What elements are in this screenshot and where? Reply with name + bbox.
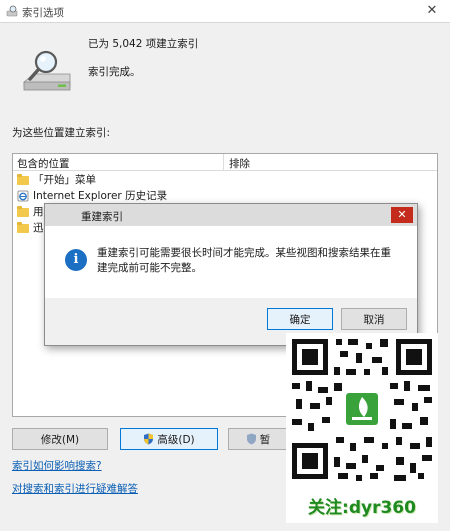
drive-search-icon	[23, 50, 71, 91]
modify-button-label: 修改(M)	[40, 434, 80, 446]
table-header: 包含的位置 排除	[13, 154, 437, 171]
rebuild-index-dialog: 重建索引 ✕ i 重建索引可能需要很长时间才能完成。某些视图和搜索结果在重建完成…	[44, 203, 418, 346]
watermark-caption: 关注:dyr360	[308, 498, 416, 518]
folder-icon	[17, 173, 29, 185]
close-icon[interactable]: ✕	[391, 207, 413, 223]
table-row[interactable]: Internet Explorer 历史记录	[17, 188, 167, 204]
row-label: 「开始」菜单	[33, 174, 96, 186]
dialog-body: i 重建索引可能需要很长时间才能完成。某些视图和搜索结果在重建完成前可能不完整。	[45, 226, 417, 298]
ie-icon	[17, 190, 29, 202]
title-bar: 索引选项 ✕	[0, 0, 450, 23]
window-title: 索引选项	[22, 7, 64, 19]
dialog-title: 重建索引	[81, 211, 123, 223]
locations-label: 为这些位置建立索引:	[12, 127, 111, 139]
folder-icon	[17, 205, 29, 217]
column-exclude[interactable]: 排除	[229, 156, 250, 171]
table-row[interactable]: 迅	[17, 220, 44, 236]
dialog-message: 重建索引可能需要很长时间才能完成。某些视图和搜索结果在重建完成前可能不完整。	[97, 247, 391, 274]
advanced-button[interactable]: 高级(D)	[120, 428, 218, 450]
info-icon: i	[65, 249, 87, 271]
cancel-button-label: 取消	[363, 314, 385, 326]
column-divider[interactable]	[223, 154, 224, 170]
indexing-status: 索引完成。	[88, 66, 141, 78]
cancel-button[interactable]: 取消	[341, 308, 407, 330]
row-label: 用	[33, 206, 44, 218]
qr-code-image	[286, 333, 438, 485]
ok-button[interactable]: 确定	[267, 308, 333, 330]
qr-code-watermark: 关注:dyr360	[286, 333, 438, 523]
dialog-title-bar: 重建索引 ✕	[45, 204, 417, 226]
indexed-count: 已为 5,042 项建立索引	[88, 38, 199, 50]
row-label: Internet Explorer 历史记录	[33, 190, 168, 202]
column-included-locations[interactable]: 包含的位置	[17, 156, 70, 171]
troubleshoot-link[interactable]: 对搜索和索引进行疑难解答	[12, 481, 138, 496]
folder-icon	[17, 221, 29, 233]
row-label: 迅	[33, 222, 44, 234]
table-row[interactable]: 「开始」菜单	[17, 172, 96, 188]
modify-button[interactable]: 修改(M)	[12, 428, 108, 450]
pause-button-label: 暂	[259, 434, 271, 446]
pause-button[interactable]: 暂	[228, 428, 288, 450]
indexing-options-window: 索引选项 ✕ 已为 5,042 项建立索引 索引完成。 为这些位置建立索引: 包…	[0, 0, 450, 531]
table-row[interactable]: 用	[17, 204, 44, 220]
close-icon[interactable]: ✕	[424, 3, 440, 19]
shield-icon	[246, 433, 256, 445]
shield-icon	[144, 433, 154, 445]
indexing-icon	[6, 5, 18, 17]
ok-button-label: 确定	[289, 314, 311, 326]
how-index-affects-search-link[interactable]: 索引如何影响搜索?	[12, 458, 102, 473]
advanced-button-label: 高级(D)	[157, 434, 195, 446]
